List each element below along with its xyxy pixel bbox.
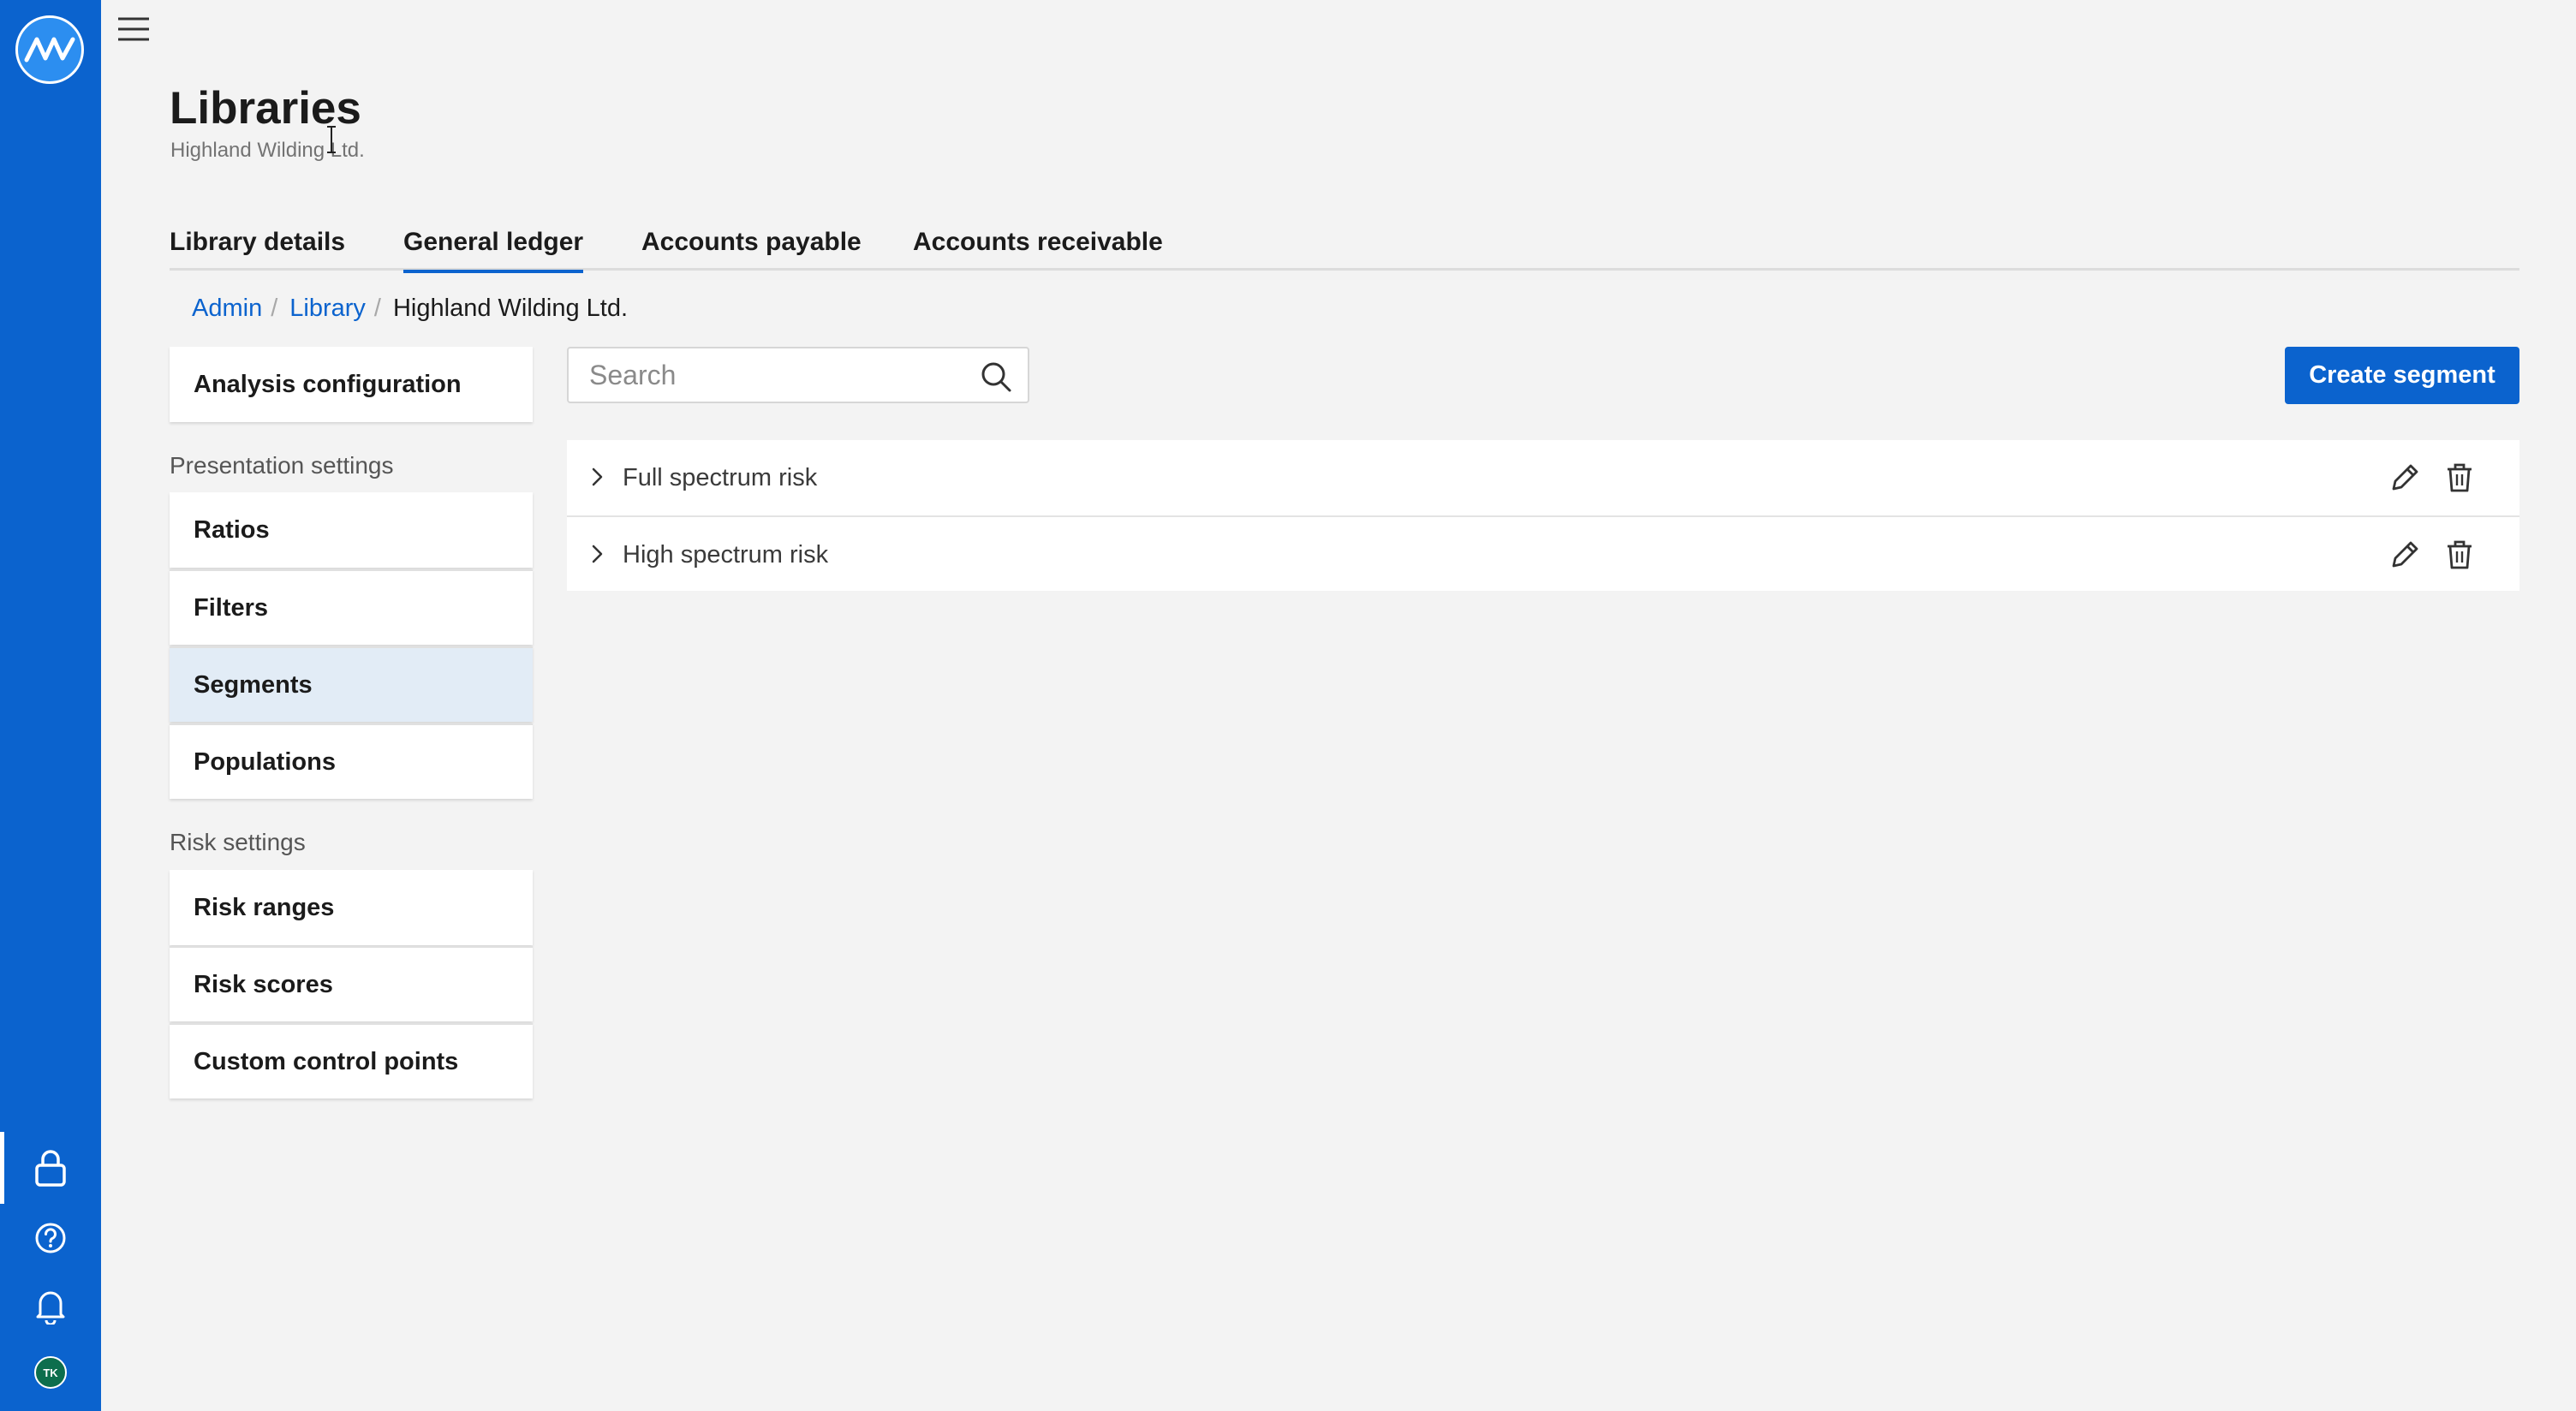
risk-settings-heading: Risk settings (170, 829, 306, 855)
tab-library-details[interactable]: Library details (170, 214, 345, 271)
presentation-settings-heading: Presentation settings (170, 452, 394, 479)
tab-general-ledger[interactable]: General ledger (403, 214, 584, 273)
segment-name: Full spectrum risk (623, 463, 818, 491)
chevron-right-icon[interactable] (584, 464, 610, 490)
breadcrumb-current: Highland Wilding Ltd. (392, 294, 629, 322)
search-input[interactable] (569, 348, 971, 402)
hamburger-menu-icon[interactable] (116, 12, 151, 46)
left-rail: TK (0, 0, 101, 1411)
menu-item-segments[interactable]: Segments (170, 646, 533, 722)
tab-bar: Library details General ledger Accounts … (170, 214, 2519, 273)
edit-pencil-icon[interactable] (2388, 461, 2422, 495)
chevron-right-icon[interactable] (584, 541, 610, 567)
app-logo-icon[interactable] (15, 15, 84, 84)
search-icon[interactable] (980, 360, 1012, 393)
bell-icon[interactable] (27, 1282, 75, 1330)
avatar[interactable]: TK (34, 1356, 67, 1389)
rail-active-indicator (0, 1132, 4, 1204)
menu-item-custom-control-points[interactable]: Custom control points (170, 1023, 533, 1098)
breadcrumb-admin-link[interactable]: Admin (192, 295, 262, 323)
menu-item-risk-scores[interactable]: Risk scores (170, 946, 533, 1021)
text-cursor-icon (325, 125, 337, 154)
lock-icon[interactable] (27, 1144, 75, 1192)
menu-item-ratios[interactable]: Ratios (170, 492, 533, 568)
breadcrumb-separator: / (373, 294, 381, 322)
menu-item-populations[interactable]: Populations (170, 723, 533, 799)
help-icon[interactable] (27, 1214, 75, 1262)
search-box (567, 347, 1029, 403)
create-segment-button[interactable]: Create segment (2285, 347, 2519, 404)
menu-item-risk-ranges[interactable]: Risk ranges (170, 870, 533, 945)
breadcrumb-separator: / (271, 294, 278, 322)
segment-row[interactable]: Full spectrum risk (567, 440, 2519, 515)
trash-icon[interactable] (2442, 461, 2477, 495)
menu-item-analysis-configuration[interactable]: Analysis configuration (170, 347, 533, 422)
tab-accounts-receivable[interactable]: Accounts receivable (913, 214, 1163, 271)
menu-item-filters[interactable]: Filters (170, 569, 533, 645)
segment-name: High spectrum risk (623, 540, 829, 569)
breadcrumb: Admin / Library / Highland Wilding Ltd. (192, 291, 628, 325)
segment-row[interactable]: High spectrum risk (567, 515, 2519, 591)
breadcrumb-library-link[interactable]: Library (289, 295, 366, 323)
trash-icon[interactable] (2442, 538, 2477, 572)
tab-accounts-payable[interactable]: Accounts payable (641, 214, 862, 271)
edit-pencil-icon[interactable] (2388, 538, 2422, 572)
